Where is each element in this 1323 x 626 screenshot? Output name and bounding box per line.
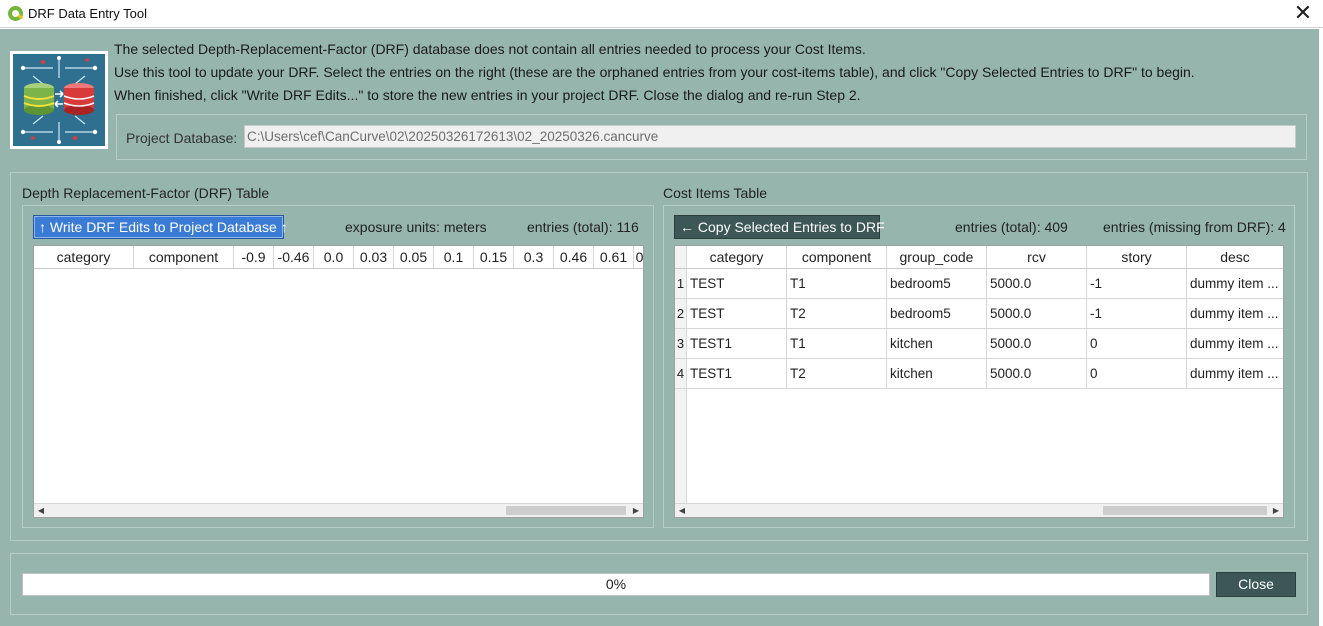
cost-col-header[interactable]: rcv <box>987 246 1087 268</box>
cost-col-header[interactable]: story <box>1087 246 1187 268</box>
cell-group-code[interactable]: kitchen <box>887 359 987 389</box>
drf-col-header[interactable]: 0.3 <box>514 246 554 268</box>
drf-table-header: category component -0.9 -0.46 0.0 0.03 0… <box>34 246 643 269</box>
drf-col-header[interactable]: 0.03 <box>354 246 394 268</box>
intro-line-2: Use this tool to update your DRF. Select… <box>114 64 1195 80</box>
cost-col-header[interactable]: component <box>787 246 887 268</box>
cost-items-table[interactable]: category component group_code rcv story … <box>674 245 1284 518</box>
cost-col-header[interactable]: group_code <box>887 246 987 268</box>
row-number[interactable]: 3 <box>675 329 687 358</box>
drf-col-header[interactable]: 0.0 <box>314 246 354 268</box>
row-number[interactable]: 2 <box>675 299 687 328</box>
exposure-units-label: exposure units: meters <box>345 219 487 235</box>
drf-table-title: Depth Replacement-Factor (DRF) Table <box>22 185 270 201</box>
cell-desc[interactable]: dummy item ... <box>1187 299 1283 329</box>
project-database-group: Project Database: C:\Users\cef\CanCurve\… <box>116 114 1307 160</box>
cell-component[interactable]: T1 <box>787 269 887 299</box>
table-row[interactable]: 3 TEST1 T1 kitchen 5000.0 0 dummy item .… <box>675 329 1283 359</box>
cell-category[interactable]: TEST <box>687 269 787 299</box>
drf-table[interactable]: category component -0.9 -0.46 0.0 0.03 0… <box>33 245 644 518</box>
window-titlebar: DRF Data Entry Tool ✕ <box>0 0 1323 28</box>
cell-category[interactable]: TEST1 <box>687 359 787 389</box>
corner-cell[interactable] <box>675 246 687 268</box>
drf-scroll-thumb[interactable] <box>506 506 626 515</box>
cost-col-header[interactable]: desc <box>1187 246 1283 268</box>
qgis-logo-icon <box>8 6 23 21</box>
drf-col-header[interactable]: -0.46 <box>274 246 314 268</box>
scroll-left-icon[interactable]: ◀ <box>34 504 48 517</box>
table-row[interactable]: 2 TEST T2 bedroom5 5000.0 -1 dummy item … <box>675 299 1283 329</box>
cost-horizontal-scrollbar[interactable]: ◀ ▶ <box>675 503 1283 517</box>
cell-rcv[interactable]: 5000.0 <box>987 299 1087 329</box>
drf-col-header[interactable]: 0.61 <box>594 246 634 268</box>
drf-horizontal-scrollbar[interactable]: ◀ ▶ <box>34 503 643 517</box>
exposure-units-value: meters <box>443 219 487 235</box>
drf-col-header[interactable]: 0.1 <box>434 246 474 268</box>
copy-selected-entries-button[interactable]: ← Copy Selected Entries to DRF <box>674 215 885 239</box>
window-title: DRF Data Entry Tool <box>28 6 147 21</box>
cell-story[interactable]: -1 <box>1087 269 1187 299</box>
cell-category[interactable]: TEST <box>687 299 787 329</box>
scroll-right-icon[interactable]: ▶ <box>1269 504 1283 517</box>
intro-line-1: The selected Depth-Replacement-Factor (D… <box>114 41 866 57</box>
row-number[interactable]: 4 <box>675 359 687 388</box>
progress-bar: 0% <box>22 573 1210 596</box>
cell-desc[interactable]: dummy item ... <box>1187 329 1283 359</box>
project-database-path-field[interactable]: C:\Users\cef\CanCurve\02\20250326172613\… <box>244 125 1296 148</box>
dialog-body: The selected Depth-Replacement-Factor (D… <box>0 29 1319 626</box>
cell-story[interactable]: 0 <box>1087 359 1187 389</box>
database-sync-illustration <box>13 54 105 146</box>
drf-col-header[interactable]: component <box>134 246 234 268</box>
cost-entries-missing-value: 4 <box>1278 219 1286 235</box>
cost-items-table-title: Cost Items Table <box>663 185 768 201</box>
project-database-label: Project Database: <box>126 130 238 146</box>
table-row[interactable]: 4 TEST1 T2 kitchen 5000.0 0 dummy item .… <box>675 359 1283 389</box>
scroll-right-icon[interactable]: ▶ <box>629 504 643 517</box>
cell-rcv[interactable]: 5000.0 <box>987 329 1087 359</box>
row-number[interactable]: 1 <box>675 269 687 298</box>
cell-rcv[interactable]: 5000.0 <box>987 359 1087 389</box>
close-button[interactable]: Close <box>1216 572 1296 597</box>
cell-component[interactable]: T1 <box>787 329 887 359</box>
drf-entries-total-value: 116 <box>616 219 639 235</box>
table-row[interactable]: 1 TEST T1 bedroom5 5000.0 -1 dummy item … <box>675 269 1283 299</box>
cell-desc[interactable]: dummy item ... <box>1187 359 1283 389</box>
drf-col-header[interactable]: 0 <box>634 246 643 268</box>
cost-entries-total-label: entries (total): 409 <box>955 219 1068 235</box>
cell-group-code[interactable]: bedroom5 <box>887 269 987 299</box>
cell-category[interactable]: TEST1 <box>687 329 787 359</box>
drf-col-header[interactable]: 0.15 <box>474 246 514 268</box>
drf-col-header[interactable]: 0.05 <box>394 246 434 268</box>
cell-group-code[interactable]: kitchen <box>887 329 987 359</box>
cost-table-header: category component group_code rcv story … <box>675 246 1283 269</box>
cell-rcv[interactable]: 5000.0 <box>987 269 1087 299</box>
close-icon[interactable]: ✕ <box>1291 2 1315 26</box>
cell-story[interactable]: 0 <box>1087 329 1187 359</box>
database-sync-logo <box>10 51 108 149</box>
cell-component[interactable]: T2 <box>787 299 887 329</box>
cell-group-code[interactable]: bedroom5 <box>887 299 987 329</box>
drf-entries-total-label: entries (total): 116 <box>527 219 639 235</box>
intro-line-3: When finished, click "Write DRF Edits...… <box>114 87 861 103</box>
cost-scroll-thumb[interactable] <box>1103 506 1267 515</box>
cell-component[interactable]: T2 <box>787 359 887 389</box>
drf-col-header[interactable]: -0.9 <box>234 246 274 268</box>
cell-desc[interactable]: dummy item ... <box>1187 269 1283 299</box>
write-drf-edits-button[interactable]: ↑ Write DRF Edits to Project Database ↑ <box>33 215 288 239</box>
cost-col-header[interactable]: category <box>687 246 787 268</box>
cost-entries-total-value: 409 <box>1044 219 1068 235</box>
scroll-left-icon[interactable]: ◀ <box>675 504 689 517</box>
cost-entries-missing-label: entries (missing from DRF): 4 <box>1103 219 1286 235</box>
cell-story[interactable]: -1 <box>1087 299 1187 329</box>
drf-col-header[interactable]: category <box>34 246 134 268</box>
drf-col-header[interactable]: 0.46 <box>554 246 594 268</box>
